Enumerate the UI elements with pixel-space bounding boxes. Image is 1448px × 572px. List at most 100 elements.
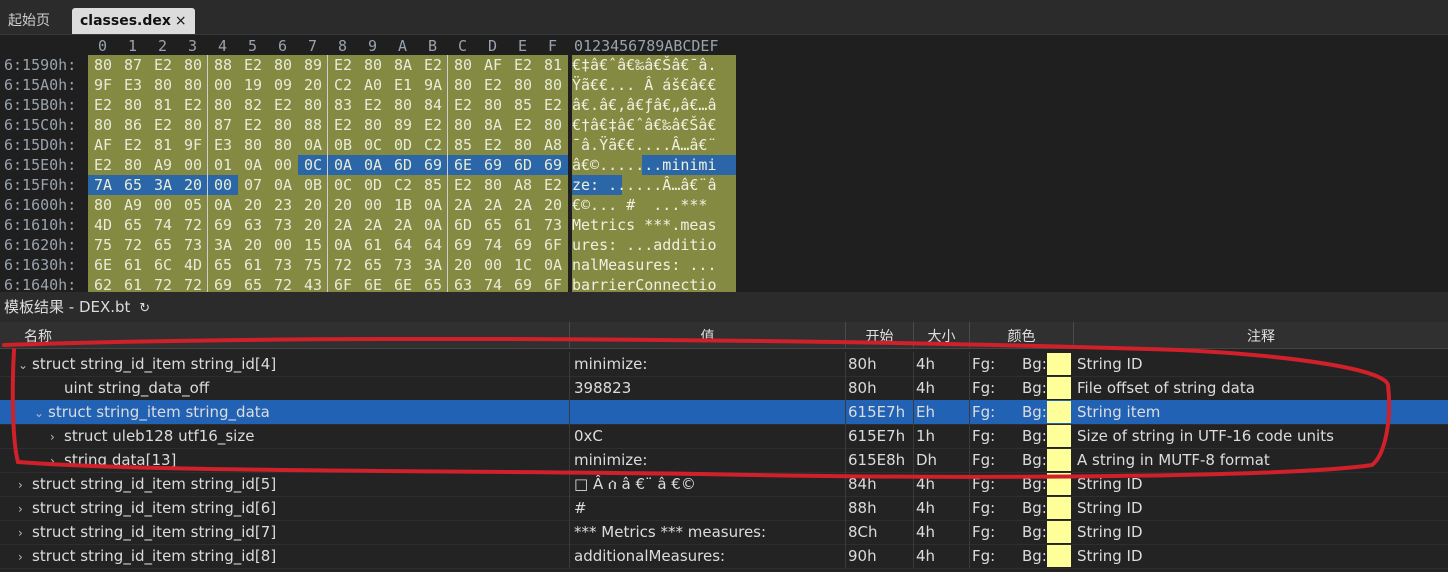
- hex-byte[interactable]: 05: [178, 195, 208, 215]
- hex-ascii[interactable]: â€©.......minimi: [572, 155, 736, 175]
- hex-byte[interactable]: 01: [208, 155, 238, 175]
- hex-byte[interactable]: 20: [538, 195, 568, 215]
- hex-byte[interactable]: 65: [118, 175, 148, 195]
- hex-byte[interactable]: 9A: [418, 75, 448, 95]
- hex-byte[interactable]: 72: [118, 235, 148, 255]
- bg-color-swatch[interactable]: [1047, 425, 1071, 447]
- hex-byte[interactable]: 6F: [538, 235, 568, 255]
- hex-byte[interactable]: 85: [448, 135, 478, 155]
- hex-byte[interactable]: 69: [208, 215, 238, 235]
- bg-color-swatch[interactable]: [1047, 401, 1071, 423]
- hex-byte[interactable]: AF: [478, 55, 508, 75]
- hex-byte[interactable]: 80: [358, 115, 388, 135]
- hex-byte[interactable]: E3: [208, 135, 238, 155]
- table-row[interactable]: ⌄ struct string_id_item string_id[4] mini…: [0, 352, 1448, 377]
- cell-bg[interactable]: Bg:: [1020, 424, 1047, 448]
- hex-byte[interactable]: 09: [268, 75, 298, 95]
- hex-ascii[interactable]: €†â€‡â€ˆâ€‰â€Šâ€: [572, 115, 736, 135]
- hex-ascii[interactable]: nalMeasures: ...: [572, 255, 736, 275]
- hex-byte[interactable]: 87: [208, 115, 238, 135]
- cell-value[interactable]: *** Metrics *** measures:: [570, 520, 846, 544]
- hex-byte[interactable]: 0B: [328, 135, 358, 155]
- hex-byte[interactable]: 83: [328, 95, 358, 115]
- hex-byte[interactable]: 65: [148, 235, 178, 255]
- hex-byte[interactable]: E2: [268, 95, 298, 115]
- expand-arrow-icon[interactable]: ›: [18, 545, 32, 568]
- hex-byte[interactable]: 07: [238, 175, 268, 195]
- hex-byte[interactable]: 3A: [418, 255, 448, 275]
- hex-byte[interactable]: 0C: [358, 135, 388, 155]
- hex-byte[interactable]: 0A: [268, 175, 298, 195]
- hex-byte[interactable]: 89: [388, 115, 418, 135]
- hex-byte[interactable]: 87: [118, 55, 148, 75]
- hex-ascii[interactable]: €‡â€ˆâ€‰â€Šâ€¯â.: [572, 55, 736, 75]
- hex-byte[interactable]: E2: [238, 115, 268, 135]
- bg-color-swatch[interactable]: [1047, 377, 1071, 399]
- hex-ascii[interactable]: Metrics ***.meas: [572, 215, 736, 235]
- hex-byte[interactable]: E2: [88, 95, 118, 115]
- header-size[interactable]: 大小: [914, 322, 970, 348]
- hex-byte[interactable]: 20: [238, 235, 268, 255]
- hex-byte[interactable]: 80: [118, 95, 148, 115]
- hex-byte[interactable]: 6D: [448, 215, 478, 235]
- hex-byte[interactable]: 80: [358, 55, 388, 75]
- hex-byte[interactable]: 80: [88, 55, 118, 75]
- cell-value[interactable]: #: [570, 496, 846, 520]
- hex-byte[interactable]: 0C: [328, 175, 358, 195]
- hex-byte[interactable]: 80: [448, 55, 478, 75]
- hex-byte[interactable]: 81: [148, 135, 178, 155]
- hex-byte[interactable]: 80: [118, 155, 148, 175]
- hex-byte[interactable]: 80: [478, 95, 508, 115]
- hex-byte[interactable]: 88: [208, 55, 238, 75]
- hex-byte[interactable]: A8: [508, 175, 538, 195]
- hex-byte[interactable]: E1: [388, 75, 418, 95]
- hex-byte[interactable]: 75: [298, 255, 328, 275]
- hex-byte[interactable]: E2: [478, 135, 508, 155]
- hex-byte[interactable]: 9F: [88, 75, 118, 95]
- cell-value[interactable]: [570, 400, 846, 424]
- cell-name[interactable]: › struct string_id_item string_id[5]: [0, 472, 570, 496]
- hex-byte[interactable]: 2A: [328, 215, 358, 235]
- header-value[interactable]: 值: [570, 322, 846, 348]
- header-comment[interactable]: 注释: [1074, 322, 1448, 348]
- hex-byte[interactable]: 0A: [358, 155, 388, 175]
- hex-byte[interactable]: E2: [148, 55, 178, 75]
- hex-byte[interactable]: 61: [238, 255, 268, 275]
- hex-byte[interactable]: 81: [538, 55, 568, 75]
- refresh-icon[interactable]: ↻: [139, 301, 150, 316]
- cell-bg[interactable]: Bg:: [1020, 400, 1047, 424]
- hex-byte[interactable]: 73: [538, 215, 568, 235]
- hex-byte[interactable]: 00: [178, 155, 208, 175]
- hex-byte[interactable]: 80: [478, 175, 508, 195]
- hex-byte[interactable]: 0A: [418, 215, 448, 235]
- hex-byte[interactable]: 72: [178, 215, 208, 235]
- hex-byte[interactable]: E2: [238, 55, 268, 75]
- hex-byte[interactable]: 0A: [238, 155, 268, 175]
- cell-fg[interactable]: Fg:: [970, 448, 1020, 472]
- hex-byte[interactable]: 8A: [478, 115, 508, 135]
- hex-byte[interactable]: 1C: [508, 255, 538, 275]
- table-row[interactable]: › struct string_id_item string_id[6] #88h…: [0, 496, 1448, 521]
- hex-byte[interactable]: 85: [508, 95, 538, 115]
- hex-byte[interactable]: 82: [238, 95, 268, 115]
- hex-byte[interactable]: 81: [148, 95, 178, 115]
- tab-classes-dex[interactable]: classes.dex ×: [72, 8, 195, 34]
- hex-byte[interactable]: 0D: [388, 135, 418, 155]
- hex-byte[interactable]: 2A: [508, 195, 538, 215]
- hex-byte[interactable]: 0D: [358, 175, 388, 195]
- hex-ascii[interactable]: â€.â€‚â€ƒâ€„â€…â: [572, 95, 736, 115]
- cell-value[interactable]: 398823: [570, 376, 846, 400]
- cell-name[interactable]: › string data[13]: [0, 448, 570, 472]
- hex-byte[interactable]: E2: [538, 95, 568, 115]
- expand-arrow-icon[interactable]: ›: [18, 473, 32, 496]
- table-row[interactable]: › struct uleb128 utf16_size 0xC 615E7h 1h Fg:…: [0, 424, 1448, 449]
- hex-byte[interactable]: 74: [478, 235, 508, 255]
- hex-byte[interactable]: 20: [298, 195, 328, 215]
- hex-byte[interactable]: 2A: [388, 215, 418, 235]
- hex-byte[interactable]: 69: [508, 235, 538, 255]
- hex-ascii[interactable]: ze: ......Â…â€¨â: [572, 175, 736, 195]
- cell-name[interactable]: › struct string_id_item string_id[6]: [0, 496, 570, 520]
- hex-byte[interactable]: E2: [448, 95, 478, 115]
- hex-byte[interactable]: 85: [418, 175, 448, 195]
- hex-byte[interactable]: 8A: [388, 55, 418, 75]
